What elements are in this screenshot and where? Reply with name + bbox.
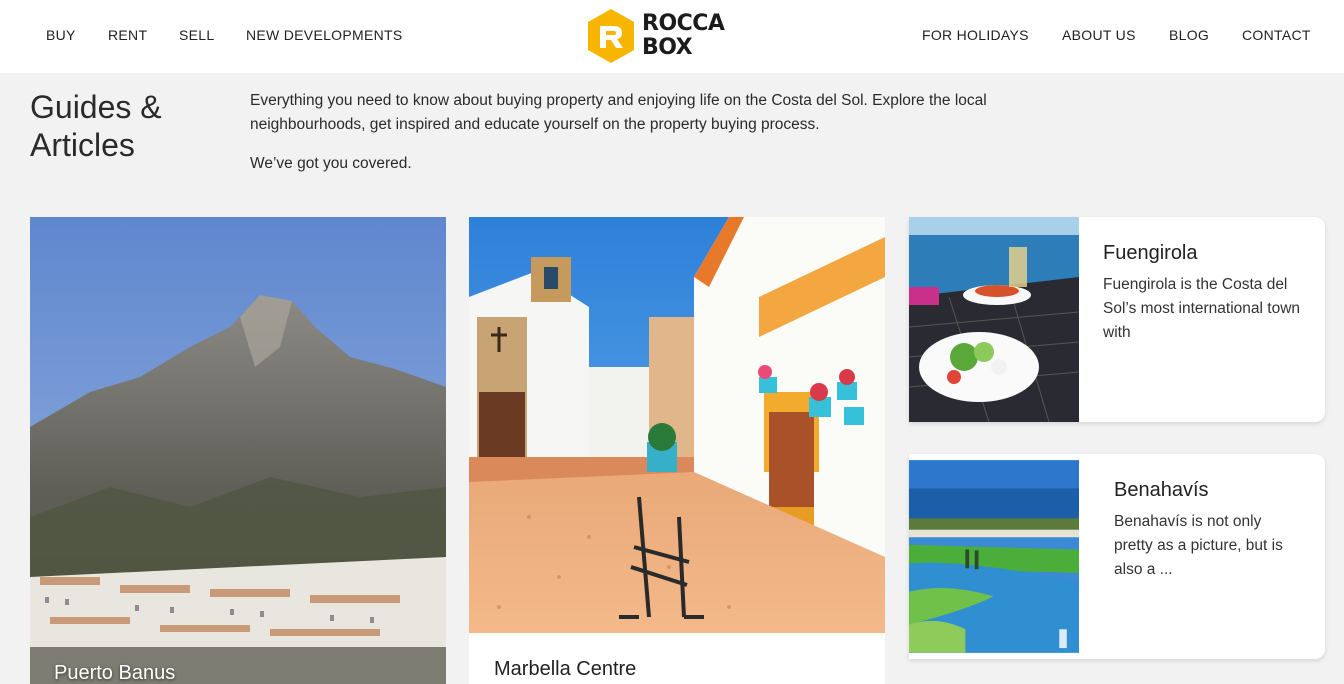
nav-new-developments[interactable]: NEW DEVELOPMENTS [246, 27, 403, 43]
intro-tagline: We’ve got you covered. [250, 155, 412, 172]
article-card-benahavis[interactable]: Benahavís Benahavís is not only pretty a… [909, 454, 1325, 659]
nav-about-us[interactable]: ABOUT US [1062, 27, 1136, 43]
mountain-village-photo [30, 217, 446, 684]
article-excerpt: Benahavís is not only pretty as a pictur… [1114, 513, 1283, 578]
white-village-square-photo [469, 217, 885, 633]
roccabox-logo[interactable]: ROCCA BOX [586, 8, 746, 66]
article-card-marbella-centre[interactable]: Marbella Centre [469, 217, 885, 684]
golf-course-lake-photo [909, 460, 1079, 653]
nav-sell[interactable]: SELL [179, 27, 214, 43]
nav-for-holidays[interactable]: FOR HOLIDAYS [922, 27, 1029, 43]
article-title: Marbella Centre [494, 658, 637, 680]
article-title: Fuengirola [1103, 242, 1198, 264]
article-card-fuengirola[interactable]: Fuengirola Fuengirola is the Costa del S… [909, 217, 1325, 422]
article-title: Benahavís [1114, 479, 1209, 501]
nav-contact[interactable]: CONTACT [1242, 27, 1311, 43]
nav-blog[interactable]: BLOG [1169, 27, 1209, 43]
nav-buy[interactable]: BUY [46, 27, 76, 43]
seaside-dinner-photo [909, 217, 1079, 422]
site-header: BUY RENT SELL NEW DEVELOPMENTS ROCCA BOX… [0, 0, 1344, 73]
article-card-puerto-banus[interactable]: Puerto Banus [30, 217, 446, 684]
nav-rent[interactable]: RENT [108, 27, 147, 43]
logo-wordmark: ROCCA BOX [642, 11, 725, 60]
intro-text: Everything you need to know about buying… [250, 89, 1090, 176]
article-title: Puerto Banus [54, 662, 176, 684]
page-title: Guides & Articles [30, 89, 162, 163]
article-excerpt: Fuengirola is the Costa del Sol’s most i… [1103, 276, 1301, 341]
hexagon-logo-icon [588, 9, 634, 63]
intro-paragraph: Everything you need to know about buying… [250, 92, 987, 133]
